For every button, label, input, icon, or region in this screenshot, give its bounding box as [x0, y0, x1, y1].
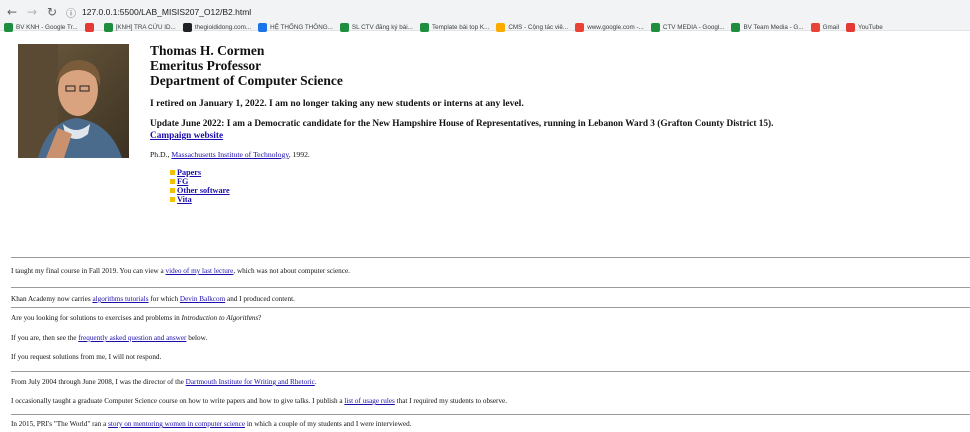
update-text: Update June 2022: I am a Democratic cand…	[150, 119, 774, 129]
profile-links: Papers FG Other software Vita	[170, 168, 970, 204]
text: in which a couple of my students and I w…	[245, 420, 412, 428]
text: ?	[258, 314, 262, 322]
paragraph-no-response: If you request solutions from me, I will…	[11, 353, 162, 361]
bookmark-label: thegioididong.com...	[194, 23, 252, 31]
text: If you are, then see the	[11, 334, 79, 342]
profile-title: Emeritus Professor	[150, 58, 262, 73]
bookmark-label: www.google.com -...	[587, 23, 644, 31]
divider	[11, 257, 970, 258]
browser-chrome: ← → ↻ ⓘ 127.0.0.1:5500/LAB_MISIS207_O12/…	[0, 0, 970, 32]
divider	[11, 287, 970, 288]
page-content: Thomas H. Cormen Emeritus Professor Depa…	[0, 31, 970, 253]
devin-balkcom-link[interactable]: Devin Balkcom	[180, 295, 225, 303]
text: Are you looking for solutions to exercis…	[11, 314, 182, 322]
back-arrow-icon[interactable]: ←	[4, 4, 20, 20]
paragraph-last-lecture: I taught my final course in Fall 2019. Y…	[11, 267, 350, 276]
bullet-icon	[170, 179, 175, 184]
retirement-notice: I retired on January 1, 2022. I am no lo…	[150, 98, 524, 109]
text: From July 2004 through June 2008, I was …	[11, 378, 186, 386]
paragraph-usage-rules: I occasionally taught a graduate Compute…	[11, 397, 507, 406]
other-software-link[interactable]: Other software	[177, 186, 230, 195]
divider	[11, 307, 970, 308]
divider	[11, 414, 970, 415]
text: , which was not about computer science.	[233, 267, 350, 275]
link-item-vita: Vita	[170, 195, 970, 204]
bullet-icon	[170, 197, 175, 202]
profile-department: Department of Computer Science	[150, 73, 343, 88]
profile-name: Thomas H. Cormen	[150, 43, 265, 58]
url-text[interactable]: 127.0.0.1:5500/LAB_MISIS207_O12/B2.html	[82, 7, 251, 17]
text: for which	[148, 295, 180, 303]
mentoring-story-link[interactable]: story on mentoring women in computer sci…	[108, 420, 245, 428]
link-item-fg: FG	[170, 177, 970, 186]
fg-link[interactable]: FG	[177, 177, 188, 186]
link-item-papers: Papers	[170, 168, 970, 177]
bookmark-label: BV KNH - Google Tr...	[16, 23, 78, 31]
bookmark-label: BV Team Media - G...	[743, 23, 804, 31]
address-bar[interactable]: ⓘ 127.0.0.1:5500/LAB_MISIS207_O12/B2.htm…	[66, 5, 251, 20]
text: I occasionally taught a graduate Compute…	[11, 397, 345, 405]
mit-link[interactable]: Massachusetts Institute of Technology	[171, 150, 288, 159]
phd-line: Ph.D., Massachusetts Institute of Techno…	[150, 150, 970, 159]
paragraph-dartmouth: From July 2004 through June 2008, I was …	[11, 378, 317, 387]
text: and I produced content.	[225, 295, 295, 303]
bookmark-label: CTV MEDIA - Googl...	[662, 23, 725, 31]
last-lecture-link[interactable]: video of my last lecture	[166, 267, 234, 275]
algorithms-tutorials-link[interactable]: algorithms tutorials	[92, 295, 148, 303]
forward-arrow-icon[interactable]: →	[24, 4, 40, 20]
text: below.	[186, 334, 208, 342]
text: In 2015, PRI's "The World" ran a	[11, 420, 109, 428]
papers-link[interactable]: Papers	[177, 168, 201, 177]
text: .	[314, 378, 317, 386]
bookmark-label: Gmail	[822, 23, 840, 31]
dartmouth-institute-link[interactable]: Dartmouth Institute for Writing and Rhet…	[186, 378, 315, 386]
bookmark-label: SL CTV đăng ký bài...	[351, 23, 413, 31]
bookmark-label: Template bài top K...	[431, 23, 490, 31]
paragraph-faq: If you are, then see the frequently aske…	[11, 334, 207, 343]
reload-icon[interactable]: ↻	[44, 4, 60, 20]
text: that I required my students to observe.	[394, 397, 508, 405]
nav-bar: ← → ↻ ⓘ 127.0.0.1:5500/LAB_MISIS207_O12/…	[0, 0, 970, 21]
paragraph-pri: In 2015, PRI's "The World" ran a story o…	[11, 420, 412, 429]
text: Khan Academy now carries	[11, 295, 93, 303]
campaign-website-link[interactable]: Campaign website	[150, 131, 223, 141]
divider	[11, 371, 970, 372]
faq-link[interactable]: frequently asked question and answer	[78, 334, 186, 342]
site-info-icon[interactable]: ⓘ	[66, 5, 76, 20]
phd-prefix: Ph.D.,	[150, 150, 172, 159]
link-item-software: Other software	[170, 186, 970, 195]
profile-info: Thomas H. Cormen Emeritus Professor Depa…	[150, 43, 970, 204]
book-title: Introduction to Algorithms	[181, 314, 259, 322]
bookmark-label: [KNH] TRA CỨU ID...	[115, 23, 176, 31]
update-notice: Update June 2022: I am a Democratic cand…	[150, 118, 970, 142]
profile-photo	[18, 44, 129, 158]
paragraph-khan: Khan Academy now carries algorithms tuto…	[11, 295, 295, 304]
text: I taught my final course in Fall 2019. Y…	[11, 267, 166, 275]
paragraph-solutions: Are you looking for solutions to exercis…	[11, 314, 261, 323]
bookmark-label: YouTube	[858, 23, 883, 31]
usage-rules-link[interactable]: list of usage rules	[344, 397, 395, 405]
profile-header: Thomas H. Cormen Emeritus Professor Depa…	[11, 31, 970, 253]
bullet-icon	[170, 188, 175, 193]
vita-link[interactable]: Vita	[177, 195, 192, 204]
phd-suffix: , 1992.	[288, 150, 310, 159]
bookmark-label: CMS - Cộng tác viê...	[508, 23, 569, 31]
bullet-icon	[170, 170, 175, 175]
bookmark-label: HỆ THỐNG THÔNG...	[270, 23, 333, 31]
